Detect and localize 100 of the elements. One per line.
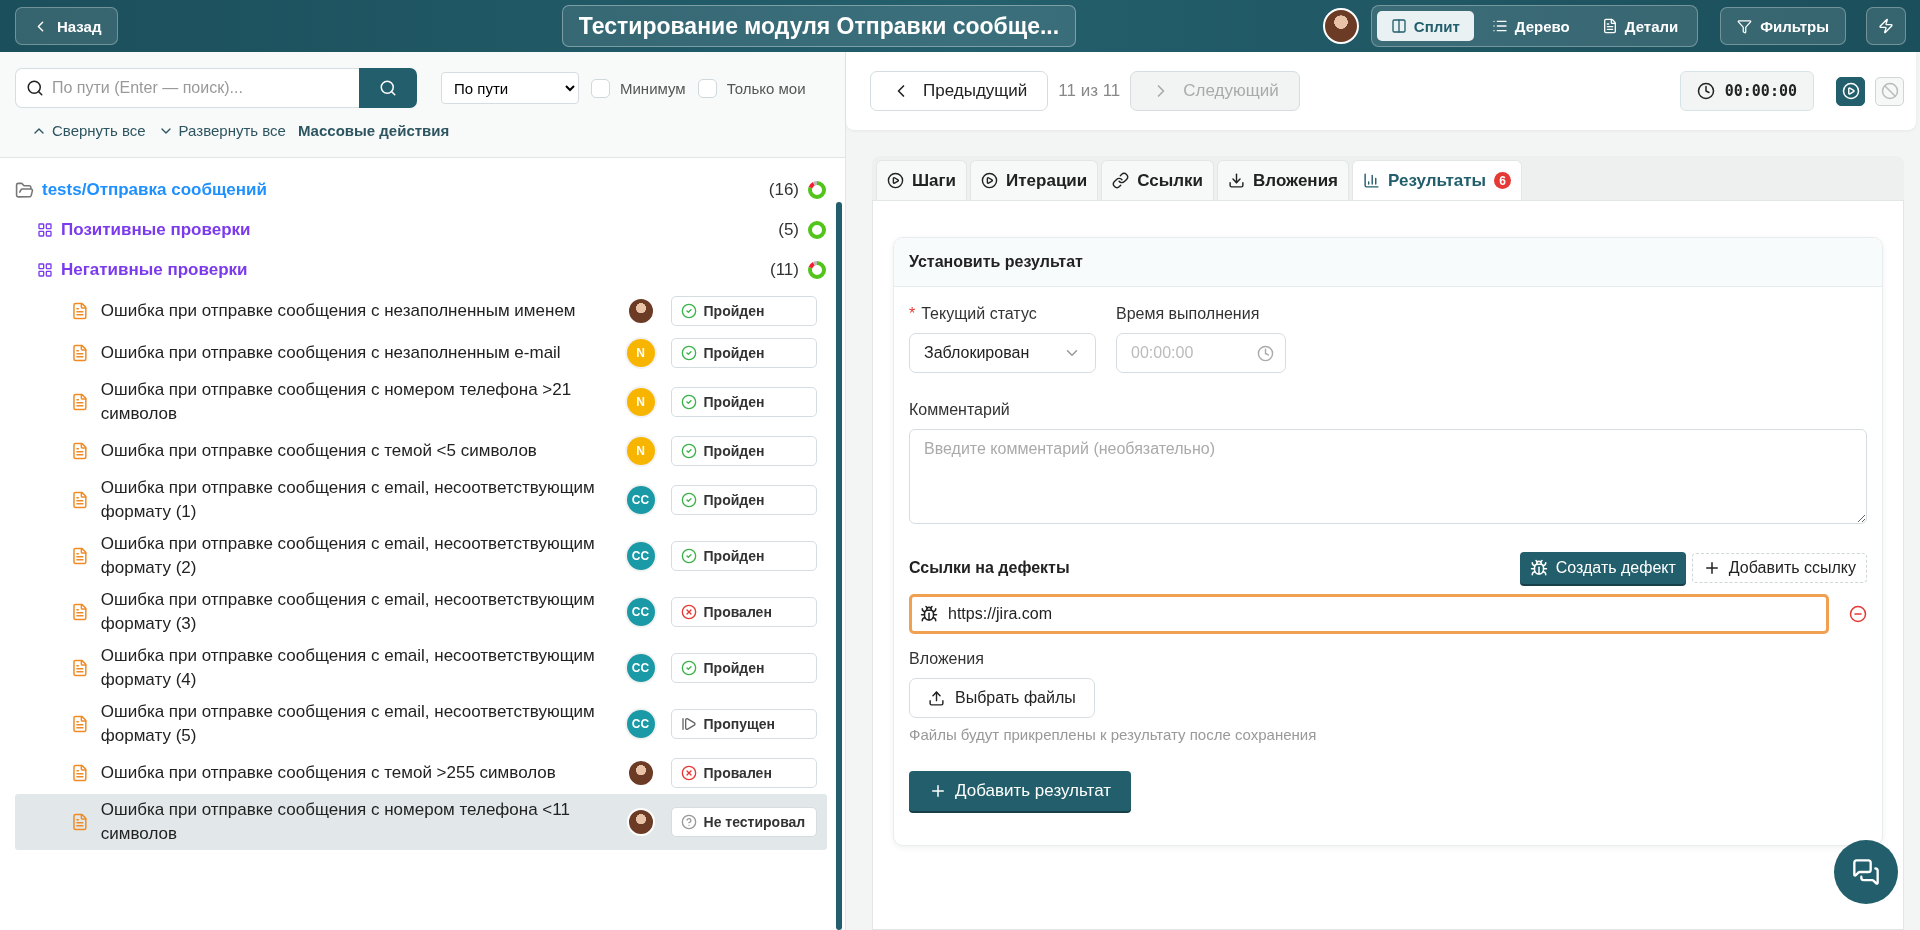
checkbox[interactable] [697, 78, 717, 98]
tab[interactable]: Шаги [876, 160, 968, 200]
status-badge[interactable]: Провален [670, 758, 817, 788]
view-tab[interactable]: Сплит [1376, 11, 1474, 41]
clock-icon [1257, 344, 1274, 362]
view-icon [1390, 18, 1407, 34]
document-icon [71, 302, 89, 320]
status-badge[interactable]: Не тестировал [670, 807, 817, 837]
view-tab[interactable]: Детали [1587, 11, 1693, 41]
user-initials: N [626, 437, 655, 465]
link-icon [1112, 172, 1130, 189]
status-badge[interactable]: Пройден [670, 338, 817, 368]
tab[interactable]: Результаты 6 [1352, 160, 1523, 200]
document-icon [71, 393, 89, 411]
filter-icon [1737, 18, 1753, 34]
create-defect-button[interactable]: Создать дефект [1519, 552, 1686, 584]
tab[interactable]: Вложения [1217, 160, 1349, 200]
choose-files-button[interactable]: Выбрать файлы [909, 678, 1095, 718]
remove-icon[interactable] [1849, 605, 1867, 623]
field-label: Текущий статус [921, 305, 1037, 323]
tree-action-link[interactable]: Массовые действия [297, 122, 450, 139]
status-badge[interactable]: Провален [670, 597, 817, 627]
add-result-button[interactable]: Добавить результат [909, 771, 1132, 811]
comment-field[interactable]: Введите комментарий (необязательно) [909, 429, 1867, 524]
time-field[interactable]: 00:00:00 [1116, 333, 1286, 373]
test-case-title: Ошибка при отправке сообщения с незаполненным e-mail [100, 342, 562, 364]
group-name[interactable]: Негативные проверки [61, 260, 762, 280]
test-case-row[interactable]: Ошибка при отправке сообщения с email, несоответствующим формату (3) CC Провален [15, 584, 827, 640]
tree-action-link[interactable]: Развернуть все [157, 122, 286, 139]
status-badge[interactable]: Пройден [670, 436, 817, 466]
test-case-row[interactable]: Ошибка при отправке сообщения с email, несоответствующим формату (2) CC Пройден [15, 528, 827, 584]
document-icon [71, 764, 89, 782]
test-case-row[interactable]: Ошибка при отправке сообщения с незаполненным именем Пройден [15, 290, 827, 332]
passed-icon [680, 345, 697, 361]
link-field[interactable]: https://jira.com [909, 594, 1829, 634]
search-button[interactable] [359, 68, 417, 108]
add-link-button[interactable]: Добавить ссылку [1691, 553, 1867, 583]
bug-icon [1529, 559, 1548, 577]
test-case-title: Ошибка при отправке сообщения с незаполненным именем [100, 300, 577, 322]
test-case-row[interactable]: Ошибка при отправке сообщения с email, несоответствующим формату (5) CC Пропущен [15, 696, 827, 752]
clock-icon [1696, 82, 1715, 100]
filters-button[interactable]: Фильтры [1720, 7, 1846, 45]
test-case-title: Ошибка при отправке сообщения с email, несоответствующим формату (2) [100, 533, 596, 579]
play-button[interactable] [1836, 76, 1865, 106]
test-case-row[interactable]: Ошибка при отправке сообщения с email, несоответствующим формату (4) CC Пройден [15, 640, 827, 696]
grid-icon [37, 222, 53, 238]
status-badge[interactable]: Пройден [670, 387, 817, 417]
test-case-title: Ошибка при отправке сообщения с номером телефона >21 символов [100, 379, 573, 425]
test-case-title: Ошибка при отправке сообщения с email, несоответствующим формату (1) [100, 477, 596, 523]
test-case-title: Ошибка при отправке сообщения с email, несоответствующим формату (4) [100, 645, 596, 691]
play-icon [887, 172, 904, 189]
test-case-row[interactable]: Ошибка при отправке сообщения с номером телефона <11 символов Не тестировал [15, 794, 827, 850]
failed-icon [680, 604, 697, 620]
test-case-row[interactable]: Ошибка при отправке сообщения с незаполненным e-mail N Пройден [15, 332, 827, 374]
section-label: Ссылки на дефекты [909, 559, 1071, 577]
status-badge[interactable]: Пройден [670, 296, 817, 326]
test-case-row[interactable]: Ошибка при отправке сообщения с номером телефона >21 символов N Пройден [15, 374, 827, 430]
status-badge[interactable]: Пройден [670, 485, 817, 515]
document-icon [71, 547, 89, 565]
user-avatar[interactable] [1322, 8, 1359, 44]
lightning-icon [1878, 18, 1894, 34]
status-badge[interactable]: Пропущен [670, 709, 817, 739]
document-icon [71, 715, 89, 733]
checkbox[interactable] [591, 78, 610, 98]
scrollbar[interactable] [836, 202, 842, 930]
field-label: Время выполнения [1116, 305, 1260, 323]
search-icon [26, 79, 44, 97]
tree-action-link[interactable]: Свернуть все [31, 122, 146, 139]
chat-icon [1852, 858, 1880, 886]
user-initials: CC [626, 542, 655, 570]
user-initials: CC [626, 486, 655, 514]
test-case-row[interactable]: Ошибка при отправке сообщения с темой >255 символов Провален [15, 752, 827, 794]
previous-button[interactable]: Предыдущий [870, 71, 1049, 111]
passed-icon [680, 660, 697, 676]
checkbox-label: Минимум [620, 79, 686, 97]
plus-icon [929, 782, 947, 800]
document-icon [71, 813, 89, 831]
test-case-row[interactable]: Ошибка при отправке сообщения с email, несоответствующим формату (1) CC Пройден [15, 472, 827, 528]
test-case-row[interactable]: Ошибка при отправке сообщения с темой <5 символов N Пройден [15, 430, 827, 472]
tab[interactable]: Ссылки [1101, 160, 1215, 200]
question-icon [680, 814, 697, 830]
field-label: Вложения [909, 650, 984, 668]
tab[interactable]: Итерации [970, 160, 1099, 200]
bug-icon [920, 605, 938, 623]
status-badge[interactable]: Пройден [670, 653, 817, 683]
status-badge[interactable]: Пройден [670, 541, 817, 571]
document-icon [71, 344, 89, 362]
item-count: (16) [768, 180, 799, 200]
status-select[interactable]: Заблокирован [909, 333, 1096, 373]
back-button[interactable]: Назад [15, 7, 119, 45]
view-icon [1491, 18, 1508, 34]
view-tab[interactable]: Дерево [1477, 11, 1584, 41]
sort-select[interactable]: По пути [441, 72, 579, 104]
card-title: Установить результат [894, 238, 1882, 287]
search-field[interactable]: По пути (Enter — поиск)... [15, 68, 359, 108]
test-case-title: Ошибка при отправке сообщения с темой >255 символов [100, 762, 557, 784]
group-name[interactable]: Позитивные проверки [61, 220, 771, 240]
document-icon [71, 491, 89, 509]
lightning-button[interactable] [1866, 7, 1906, 45]
item-count: (5) [778, 220, 799, 240]
